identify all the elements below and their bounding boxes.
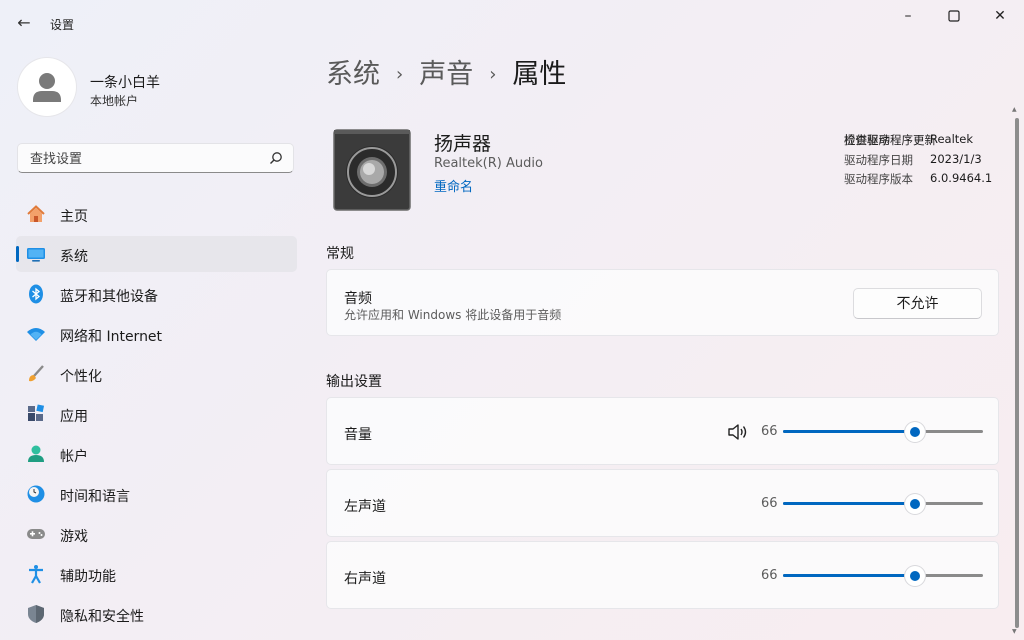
right-channel-slider[interactable]	[783, 565, 983, 586]
sidebar-item-label: 帐户	[60, 449, 88, 465]
avatar	[18, 58, 76, 116]
audio-label: 音频	[344, 291, 372, 307]
breadcrumb-item-system[interactable]: 系统	[326, 59, 380, 90]
sidebar-item-system[interactable]: 系统	[16, 236, 297, 272]
selected-indicator	[16, 246, 19, 262]
output-section-title: 输出设置	[326, 374, 382, 390]
sidebar-item-personalization[interactable]: 个性化	[16, 356, 297, 392]
sidebar-item-gaming[interactable]: 游戏	[16, 516, 297, 552]
audio-card: 音频 允许应用和 Windows 将此设备用于音频 不允许	[326, 269, 999, 336]
volume-value: 66	[761, 424, 778, 439]
volume-label: 音量	[344, 427, 372, 443]
sidebar-nav: 主页 系统 蓝牙和其他设备 网络和 Internet 个性化 应用 帐户 时间和…	[16, 196, 297, 636]
sidebar-item-privacy[interactable]: 隐私和安全性	[16, 596, 297, 632]
sidebar-item-label: 时间和语言	[60, 489, 130, 505]
slider-fill	[783, 502, 915, 505]
device-name: 扬声器	[434, 133, 492, 155]
sidebar-item-label: 个性化	[60, 369, 102, 385]
back-arrow-icon[interactable]: ←	[14, 13, 34, 33]
sidebar-item-home[interactable]: 主页	[16, 196, 297, 232]
wifi-icon	[27, 328, 45, 341]
gamepad-icon	[27, 529, 45, 539]
volume-slider[interactable]	[783, 421, 983, 442]
clock-globe-icon	[27, 485, 45, 503]
minimize-icon[interactable]: –	[893, 6, 923, 26]
sidebar-item-label: 主页	[60, 209, 88, 225]
sidebar-item-label: 网络和 Internet	[60, 329, 163, 345]
driver-info-key: 驱动程序版本	[844, 172, 913, 186]
breadcrumb-separator: ›	[489, 64, 497, 85]
device-driver-name: Realtek(R) Audio	[434, 156, 543, 171]
audio-description: 允许应用和 Windows 将此设备用于音频	[344, 308, 562, 322]
page-title: 属性	[512, 59, 567, 90]
driver-info-value: 2023/1/3	[930, 151, 982, 166]
sidebar-item-network[interactable]: 网络和 Internet	[16, 316, 297, 352]
left-channel-card: 左声道 66	[326, 469, 999, 537]
sidebar-item-label: 应用	[60, 409, 88, 425]
sidebar-item-label: 蓝牙和其他设备	[60, 289, 158, 305]
scroll-up-icon[interactable]: ▲	[1012, 106, 1017, 113]
slider-thumb[interactable]	[905, 566, 925, 586]
driver-info-row: 驱动程序日期 2023/1/3	[844, 152, 1014, 172]
sidebar-item-accessibility[interactable]: 辅助功能	[16, 556, 297, 592]
home-icon	[27, 205, 45, 222]
search-box[interactable]	[17, 143, 294, 173]
scroll-down-icon[interactable]: ▼	[1012, 628, 1017, 635]
maximize-icon[interactable]	[939, 6, 969, 26]
left-channel-label: 左声道	[344, 499, 386, 515]
apps-icon	[28, 404, 45, 421]
sidebar-item-accounts[interactable]: 帐户	[16, 436, 297, 472]
user-name: 一条小白羊	[90, 75, 160, 91]
scrollbar[interactable]	[1015, 118, 1019, 628]
speaker-volume-icon[interactable]	[727, 422, 749, 442]
brush-icon	[29, 365, 44, 382]
system-icon	[27, 248, 45, 262]
breadcrumb-separator: ›	[396, 64, 404, 85]
breadcrumb: 系统 › 声音 › 属性	[326, 58, 566, 98]
sidebar-item-label: 系统	[60, 249, 88, 265]
search-icon[interactable]	[269, 151, 283, 165]
slider-fill	[783, 574, 915, 577]
shield-icon	[28, 605, 44, 623]
sidebar-item-label: 游戏	[60, 529, 88, 545]
left-channel-value: 66	[761, 496, 778, 511]
search-input[interactable]	[28, 149, 262, 169]
rename-link[interactable]: 重命名	[434, 176, 473, 195]
close-icon[interactable]: ✕	[985, 6, 1015, 26]
driver-info-key: 驱动程序日期	[844, 152, 913, 167]
left-channel-slider[interactable]	[783, 493, 983, 514]
accessibility-icon	[29, 565, 43, 584]
volume-card: 音量 66	[326, 397, 999, 465]
account-icon	[28, 445, 44, 462]
breadcrumb-item-sound[interactable]: 声音	[419, 59, 473, 90]
deny-button[interactable]: 不允许	[853, 288, 982, 319]
right-channel-card: 右声道 66	[326, 541, 999, 609]
driver-info-value: 6.0.9464.1	[930, 171, 993, 185]
sidebar-item-time-language[interactable]: 时间和语言	[16, 476, 297, 512]
check-driver-update-link[interactable]: 检查驱动程序更新	[844, 132, 936, 148]
sidebar-item-label: 辅助功能	[60, 569, 116, 585]
sidebar-item-label: 隐私和安全性	[60, 609, 144, 625]
speaker-icon	[333, 129, 411, 211]
account-type: 本地帐户	[90, 94, 139, 108]
right-channel-value: 66	[761, 568, 778, 583]
sidebar-item-apps[interactable]: 应用	[16, 396, 297, 432]
driver-info-value: Realtek	[930, 132, 974, 146]
driver-info-row: 驱动程序版本 6.0.9464.1	[844, 171, 1014, 191]
bluetooth-icon	[29, 284, 43, 304]
title-bar: ← 设置 – ✕	[0, 0, 1024, 46]
sidebar-item-bluetooth[interactable]: 蓝牙和其他设备	[16, 276, 297, 312]
user-profile[interactable]: 一条小白羊 本地帐户	[18, 58, 298, 118]
slider-thumb[interactable]	[905, 422, 925, 442]
right-channel-label: 右声道	[344, 571, 386, 587]
slider-fill	[783, 430, 915, 433]
slider-thumb[interactable]	[905, 494, 925, 514]
general-section-title: 常规	[326, 246, 354, 262]
app-title: 设置	[50, 18, 75, 32]
